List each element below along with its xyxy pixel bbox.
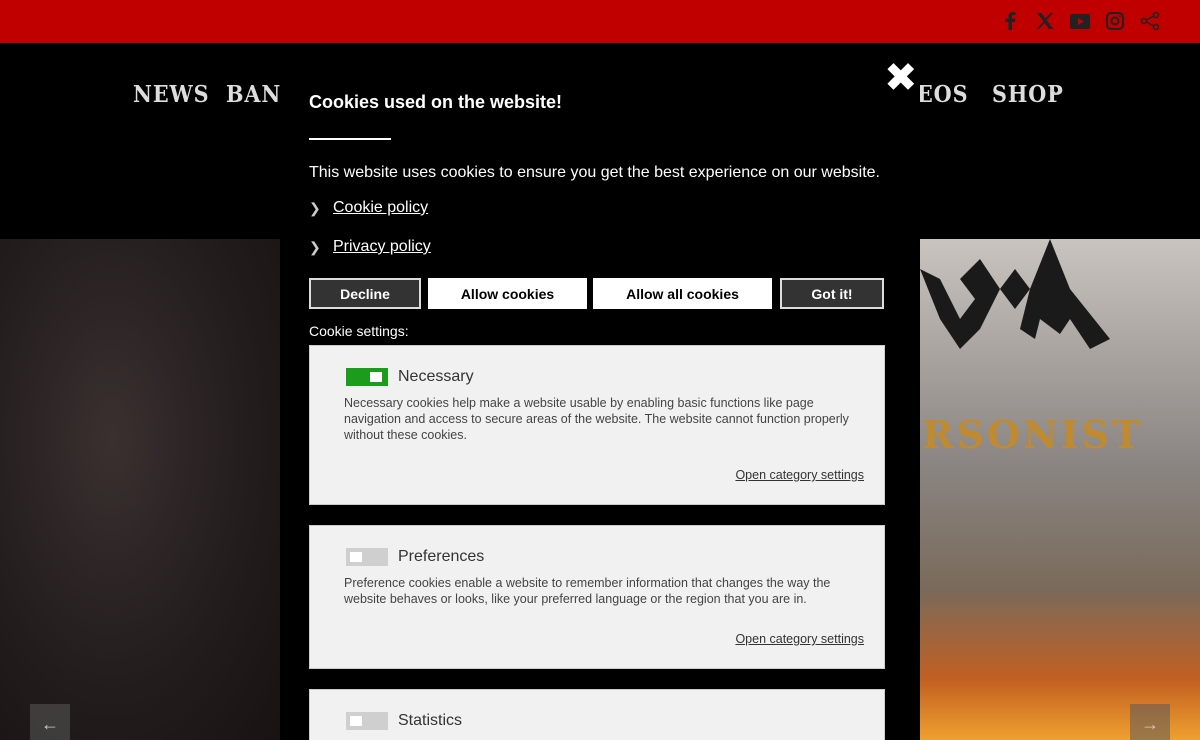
facebook-icon[interactable]	[1000, 10, 1020, 32]
band-logo-text: RSONIST	[922, 412, 1144, 457]
cookie-category-statistics: Statistics	[309, 689, 885, 740]
preferences-toggle[interactable]	[346, 548, 388, 566]
cookie-description: This website uses cookies to ensure you …	[309, 164, 880, 181]
chevron-down-icon[interactable]	[1050, 88, 1062, 96]
x-icon[interactable]	[1035, 10, 1055, 32]
statistics-toggle[interactable]	[346, 712, 388, 730]
category-title: Preferences	[398, 548, 485, 565]
privacy-policy-label[interactable]: Privacy policy	[333, 238, 431, 256]
cookie-policy-label[interactable]: Cookie policy	[333, 199, 428, 217]
cookie-policy-link[interactable]: ❯ Cookie policy	[309, 199, 428, 217]
category-title: Statistics	[398, 712, 463, 729]
chevron-right-icon: ❯	[309, 238, 321, 255]
close-icon[interactable]: ✖	[884, 58, 918, 98]
nav-item-videos[interactable]: eos	[917, 81, 968, 108]
cookie-category-necessary: Necessary Necessary cookies help make a …	[309, 345, 885, 505]
allow-all-cookies-button[interactable]: Allow all cookies	[593, 278, 772, 309]
slider-next-button[interactable]: →	[1130, 704, 1170, 740]
social-links	[1000, 10, 1160, 32]
cookie-title: Cookies used on the website!	[309, 92, 563, 112]
necessary-toggle[interactable]	[346, 368, 388, 386]
open-category-settings-link[interactable]: Open category settings	[735, 468, 864, 482]
nav-item-news[interactable]: News	[133, 81, 210, 108]
title-divider	[309, 138, 391, 140]
share-icon[interactable]	[1140, 10, 1160, 32]
chevron-right-icon: ❯	[309, 199, 321, 216]
top-bar	[0, 0, 1200, 43]
category-title: Necessary	[398, 368, 474, 385]
band-logo-icon	[920, 239, 1110, 349]
youtube-icon[interactable]	[1070, 10, 1090, 32]
category-description: Preference cookies enable a website to r…	[344, 576, 831, 606]
open-category-settings-link[interactable]: Open category settings	[735, 632, 864, 646]
cookie-category-preferences: Preferences Preference cookies enable a …	[309, 525, 885, 669]
allow-cookies-button[interactable]: Allow cookies	[428, 278, 587, 309]
category-description: Necessary cookies help make a website us…	[344, 396, 849, 442]
got-it-button[interactable]: Got it!	[780, 278, 884, 309]
cookie-settings-label: Cookie settings:	[309, 323, 409, 339]
privacy-policy-link[interactable]: ❯ Privacy policy	[309, 238, 431, 256]
hero-image-left	[0, 239, 280, 740]
instagram-icon[interactable]	[1105, 10, 1125, 32]
slider-prev-button[interactable]: ←	[30, 704, 70, 740]
decline-button[interactable]: Decline	[309, 278, 421, 309]
